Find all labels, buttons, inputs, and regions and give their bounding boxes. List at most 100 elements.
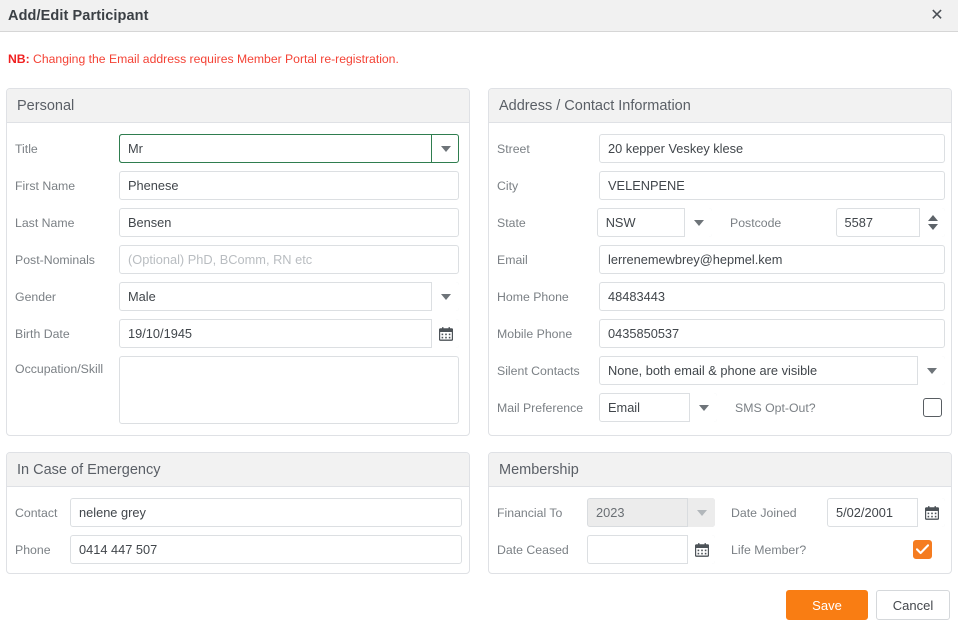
field-row-mobile-phone: Mobile Phone (497, 319, 945, 348)
title-dropdown-toggle[interactable] (431, 134, 459, 163)
field-row-title: Title (15, 134, 463, 163)
dialog-title: Add/Edit Participant (8, 8, 149, 24)
emergency-panel: In Case of Emergency Contact Phone (6, 452, 470, 574)
last-name-input[interactable] (119, 208, 459, 237)
gender-input[interactable] (119, 282, 459, 311)
mail-preference-combobox[interactable] (599, 393, 717, 422)
post-nominals-input[interactable] (119, 245, 459, 274)
membership-panel-heading: Membership (489, 453, 951, 487)
emergency-phone-label: Phone (15, 542, 51, 557)
save-button[interactable]: Save (786, 590, 868, 620)
city-input[interactable] (599, 171, 945, 200)
financial-to-dropdown-toggle[interactable] (687, 498, 715, 527)
first-name-input[interactable] (119, 171, 459, 200)
field-row-street: Street (497, 134, 945, 163)
state-combobox[interactable] (596, 208, 712, 237)
emergency-contact-label: Contact (15, 505, 58, 520)
sms-opt-out-checkbox[interactable] (923, 398, 942, 417)
field-row-post-nominals: Post-Nominals (15, 245, 463, 274)
chevron-down-icon (696, 509, 707, 516)
chevron-down-icon (698, 404, 709, 411)
sms-opt-out-label: SMS Opt-Out? (735, 400, 816, 415)
chevron-down-icon (440, 145, 451, 152)
date-ceased-calendar-button[interactable] (687, 535, 715, 564)
field-row-silent-contacts: Silent Contacts (497, 356, 945, 385)
silent-contacts-dropdown-toggle[interactable] (917, 356, 945, 385)
mail-preference-label: Mail Preference (497, 400, 584, 415)
gender-label: Gender (15, 289, 57, 304)
gender-combobox[interactable] (119, 282, 459, 311)
cancel-button[interactable]: Cancel (876, 590, 950, 620)
mobile-phone-label: Mobile Phone (497, 326, 573, 341)
personal-panel-heading: Personal (7, 89, 469, 123)
date-joined-field[interactable] (827, 498, 945, 527)
field-row-date-ceased: Date Ceased Life Member? (497, 535, 945, 564)
state-dropdown-toggle[interactable] (684, 208, 712, 237)
financial-to-label: Financial To (497, 505, 563, 520)
silent-contacts-combobox[interactable] (599, 356, 945, 385)
title-combobox[interactable] (119, 134, 459, 163)
street-input[interactable] (599, 134, 945, 163)
calendar-icon (694, 542, 709, 557)
life-member-checkbox[interactable] (913, 540, 932, 559)
calendar-icon (924, 505, 939, 520)
calendar-icon (438, 326, 453, 341)
field-row-gender: Gender (15, 282, 463, 311)
field-row-city: City (497, 171, 945, 200)
email-change-notice: NB: Changing the Email address requires … (8, 52, 399, 66)
chevron-down-icon (693, 219, 704, 226)
post-nominals-label: Post-Nominals (15, 252, 95, 267)
field-row-home-phone: Home Phone (497, 282, 945, 311)
birth-date-field[interactable] (119, 319, 459, 348)
emergency-contact-input[interactable] (70, 498, 462, 527)
notice-prefix: NB: (8, 52, 30, 66)
personal-panel: Personal Title First Name Last Name Post… (6, 88, 470, 436)
notice-text: Changing the Email address requires Memb… (29, 52, 399, 66)
emergency-phone-input[interactable] (70, 535, 462, 564)
date-joined-label: Date Joined (731, 505, 797, 520)
chevron-down-icon (440, 293, 451, 300)
occupation-textarea[interactable] (119, 356, 459, 424)
address-panel: Address / Contact Information Street Cit… (488, 88, 952, 436)
field-row-emergency-phone: Phone (15, 535, 463, 564)
chevron-down-icon (926, 367, 937, 374)
postcode-label: Postcode (730, 215, 782, 230)
field-row-email: Email (497, 245, 945, 274)
gender-dropdown-toggle[interactable] (431, 282, 459, 311)
postcode-stepper-buttons[interactable] (919, 208, 945, 237)
birth-date-input[interactable] (119, 319, 459, 348)
membership-panel: Membership Financial To Date Joined (488, 452, 952, 574)
field-row-state-postcode: State Postcode (497, 208, 945, 237)
street-label: Street (497, 141, 530, 156)
first-name-label: First Name (15, 178, 76, 193)
email-input[interactable] (599, 245, 945, 274)
date-ceased-field[interactable] (587, 535, 715, 564)
date-ceased-label: Date Ceased (497, 542, 569, 557)
title-input[interactable] (119, 134, 459, 163)
field-row-first-name: First Name (15, 171, 463, 200)
field-row-occupation: Occupation/Skill (15, 356, 463, 424)
occupation-label: Occupation/Skill (15, 362, 104, 376)
date-joined-calendar-button[interactable] (917, 498, 945, 527)
last-name-label: Last Name (15, 215, 75, 230)
field-row-birth-date: Birth Date (15, 319, 463, 348)
home-phone-input[interactable] (599, 282, 945, 311)
financial-to-combobox[interactable] (587, 498, 715, 527)
birth-date-label: Birth Date (15, 326, 70, 341)
field-row-emergency-contact: Contact (15, 498, 463, 527)
email-label: Email (497, 252, 528, 267)
mail-preference-dropdown-toggle[interactable] (689, 393, 717, 422)
city-label: City (497, 178, 519, 193)
field-row-financial-to: Financial To Date Joined (497, 498, 945, 527)
postcode-spinner[interactable] (835, 208, 945, 237)
mobile-phone-input[interactable] (599, 319, 945, 348)
state-label: State (497, 215, 526, 230)
home-phone-label: Home Phone (497, 289, 569, 304)
emergency-panel-heading: In Case of Emergency (7, 453, 469, 487)
dialog-titlebar: Add/Edit Participant ✕ (0, 0, 958, 32)
silent-contacts-input[interactable] (599, 356, 945, 385)
birth-date-calendar-button[interactable] (431, 319, 459, 348)
title-label: Title (15, 141, 38, 156)
close-icon[interactable]: ✕ (924, 4, 950, 28)
silent-contacts-label: Silent Contacts (497, 363, 580, 378)
